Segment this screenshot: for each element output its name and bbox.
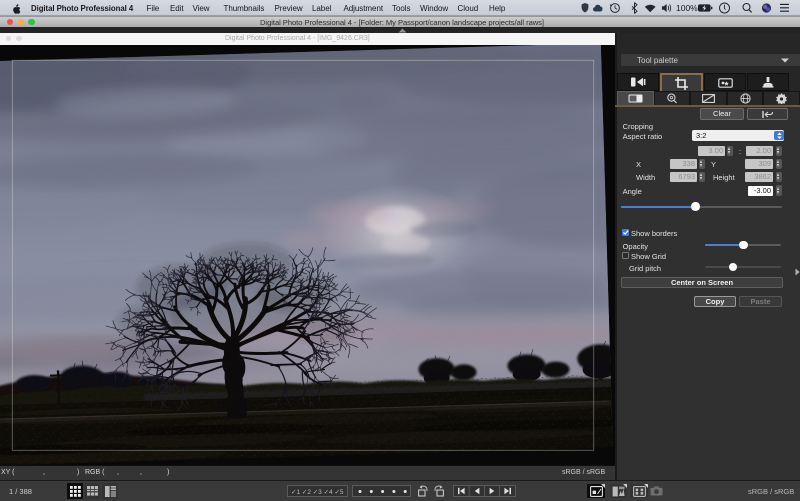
svg-text:100%: 100% [676,3,698,13]
